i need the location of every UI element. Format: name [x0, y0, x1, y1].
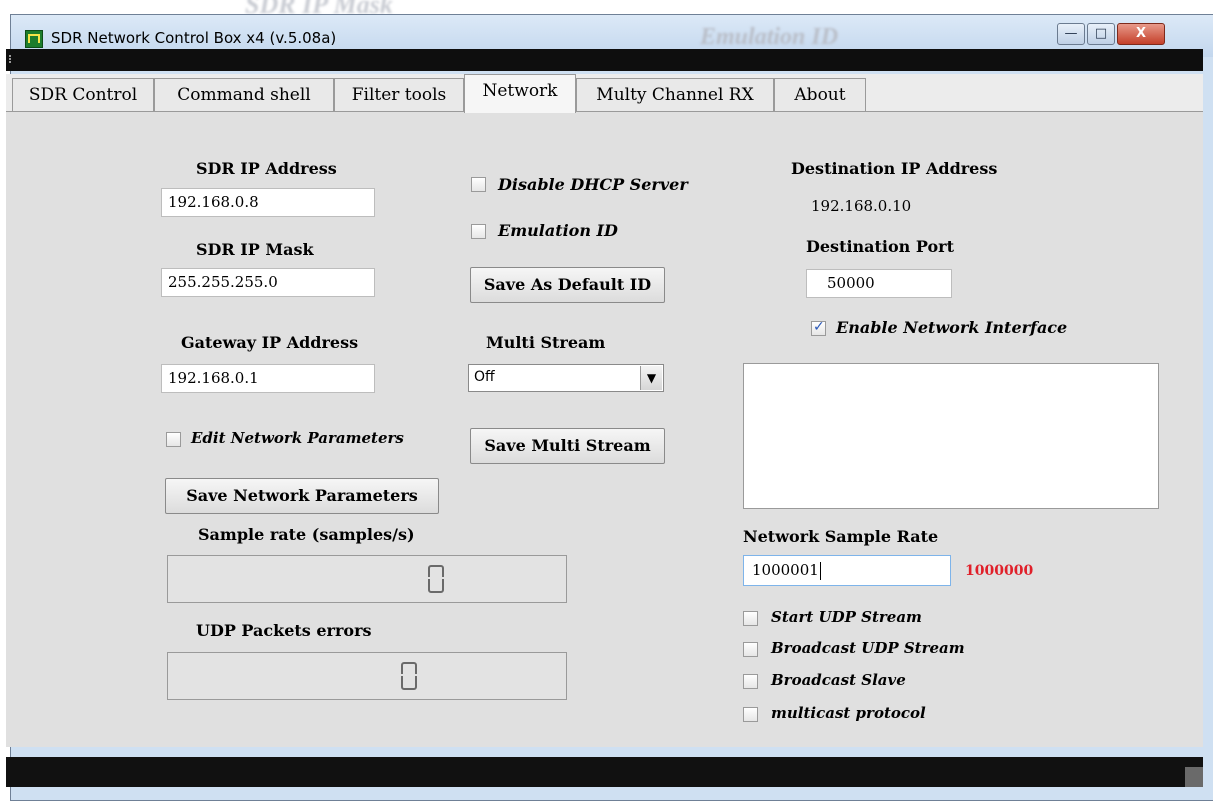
- sample-rate-digit: [428, 565, 444, 593]
- start-udp-label[interactable]: Start UDP Stream: [771, 608, 922, 626]
- minimize-button[interactable]: —: [1057, 23, 1085, 45]
- edit-params-checkbox[interactable]: [166, 432, 181, 447]
- emulation-id-label[interactable]: Emulation ID: [498, 221, 618, 240]
- check-icon: ✓: [813, 319, 825, 335]
- multi-stream-value: Off: [474, 369, 495, 385]
- tab-network[interactable]: Network: [464, 74, 576, 113]
- tab-command-shell[interactable]: Command shell: [154, 78, 334, 112]
- sdr-mask-input[interactable]: 255.255.255.0: [161, 268, 375, 297]
- close-button[interactable]: X: [1117, 23, 1165, 45]
- sdr-mask-label: SDR IP Mask: [196, 240, 314, 259]
- save-network-params-button[interactable]: Save Network Parameters: [165, 478, 439, 514]
- broadcast-slave-label[interactable]: Broadcast Slave: [771, 671, 906, 689]
- grip-icon[interactable]: [9, 55, 13, 63]
- udp-errors-label: UDP Packets errors: [196, 621, 372, 640]
- emulation-id-checkbox[interactable]: [471, 224, 486, 239]
- disable-dhcp-checkbox[interactable]: [471, 177, 486, 192]
- edit-params-label[interactable]: Edit Network Parameters: [191, 429, 404, 447]
- background-window-text-2: Emulation ID: [700, 24, 839, 50]
- dest-port-input[interactable]: 50000: [806, 269, 952, 298]
- dest-port-label: Destination Port: [806, 237, 954, 256]
- enable-network-checkbox[interactable]: ✓: [811, 319, 826, 336]
- text-caret: [819, 562, 821, 580]
- tab-about[interactable]: About: [774, 78, 866, 112]
- enable-network-label[interactable]: Enable Network Interface: [836, 318, 1067, 337]
- network-panel: SDR IP Address 192.168.0.8 SDR IP Mask 2…: [6, 111, 1203, 747]
- close-icon: X: [1135, 26, 1147, 41]
- tab-bar: SDR Control Command shell Filter tools N…: [6, 74, 1203, 113]
- window-title: SDR Network Control Box x4 (v.5.08a): [51, 29, 337, 47]
- sdr-ip-input[interactable]: 192.168.0.8: [161, 188, 375, 217]
- maximize-icon: □: [1094, 26, 1108, 41]
- multicast-label[interactable]: multicast protocol: [771, 704, 926, 722]
- disable-dhcp-label[interactable]: Disable DHCP Server: [498, 175, 688, 194]
- sample-rate-display: [167, 555, 567, 603]
- broadcast-udp-label[interactable]: Broadcast UDP Stream: [771, 639, 965, 657]
- multi-stream-label: Multi Stream: [486, 333, 606, 352]
- net-sample-rate-value: 1000001: [752, 561, 819, 579]
- resize-grip-icon[interactable]: [1185, 767, 1203, 787]
- tab-multy-channel-rx[interactable]: Multy Channel RX: [576, 78, 774, 112]
- start-udp-checkbox[interactable]: [743, 611, 758, 626]
- save-multi-stream-button[interactable]: Save Multi Stream: [470, 428, 665, 464]
- sample-rate-label: Sample rate (samples/s): [198, 525, 415, 544]
- gateway-input[interactable]: 192.168.0.1: [161, 364, 375, 393]
- tab-filter-tools[interactable]: Filter tools: [334, 78, 464, 112]
- multicast-checkbox[interactable]: [743, 707, 758, 722]
- status-bar: [6, 757, 1203, 787]
- net-sample-rate-actual: 1000000: [965, 563, 1034, 579]
- chevron-down-icon[interactable]: ▼: [640, 366, 662, 390]
- multi-stream-select[interactable]: Off ▼: [468, 364, 664, 392]
- tab-sdr-control[interactable]: SDR Control: [12, 78, 154, 112]
- dest-ip-value: 192.168.0.10: [811, 197, 912, 215]
- network-log-textarea[interactable]: [743, 363, 1159, 509]
- sdr-ip-label: SDR IP Address: [196, 159, 337, 178]
- app-icon: [25, 30, 43, 48]
- gateway-label: Gateway IP Address: [181, 333, 359, 352]
- udp-errors-digit: [401, 662, 417, 690]
- maximize-button[interactable]: □: [1087, 23, 1115, 45]
- udp-errors-display: [167, 652, 567, 700]
- net-sample-rate-label: Network Sample Rate: [743, 527, 939, 546]
- save-default-id-button[interactable]: Save As Default ID: [470, 267, 665, 303]
- broadcast-slave-checkbox[interactable]: [743, 674, 758, 689]
- net-sample-rate-input[interactable]: 1000001: [743, 555, 951, 586]
- broadcast-udp-checkbox[interactable]: [743, 642, 758, 657]
- dest-ip-label: Destination IP Address: [791, 159, 998, 178]
- menu-strip: [6, 49, 1203, 71]
- minimize-icon: —: [1064, 26, 1078, 41]
